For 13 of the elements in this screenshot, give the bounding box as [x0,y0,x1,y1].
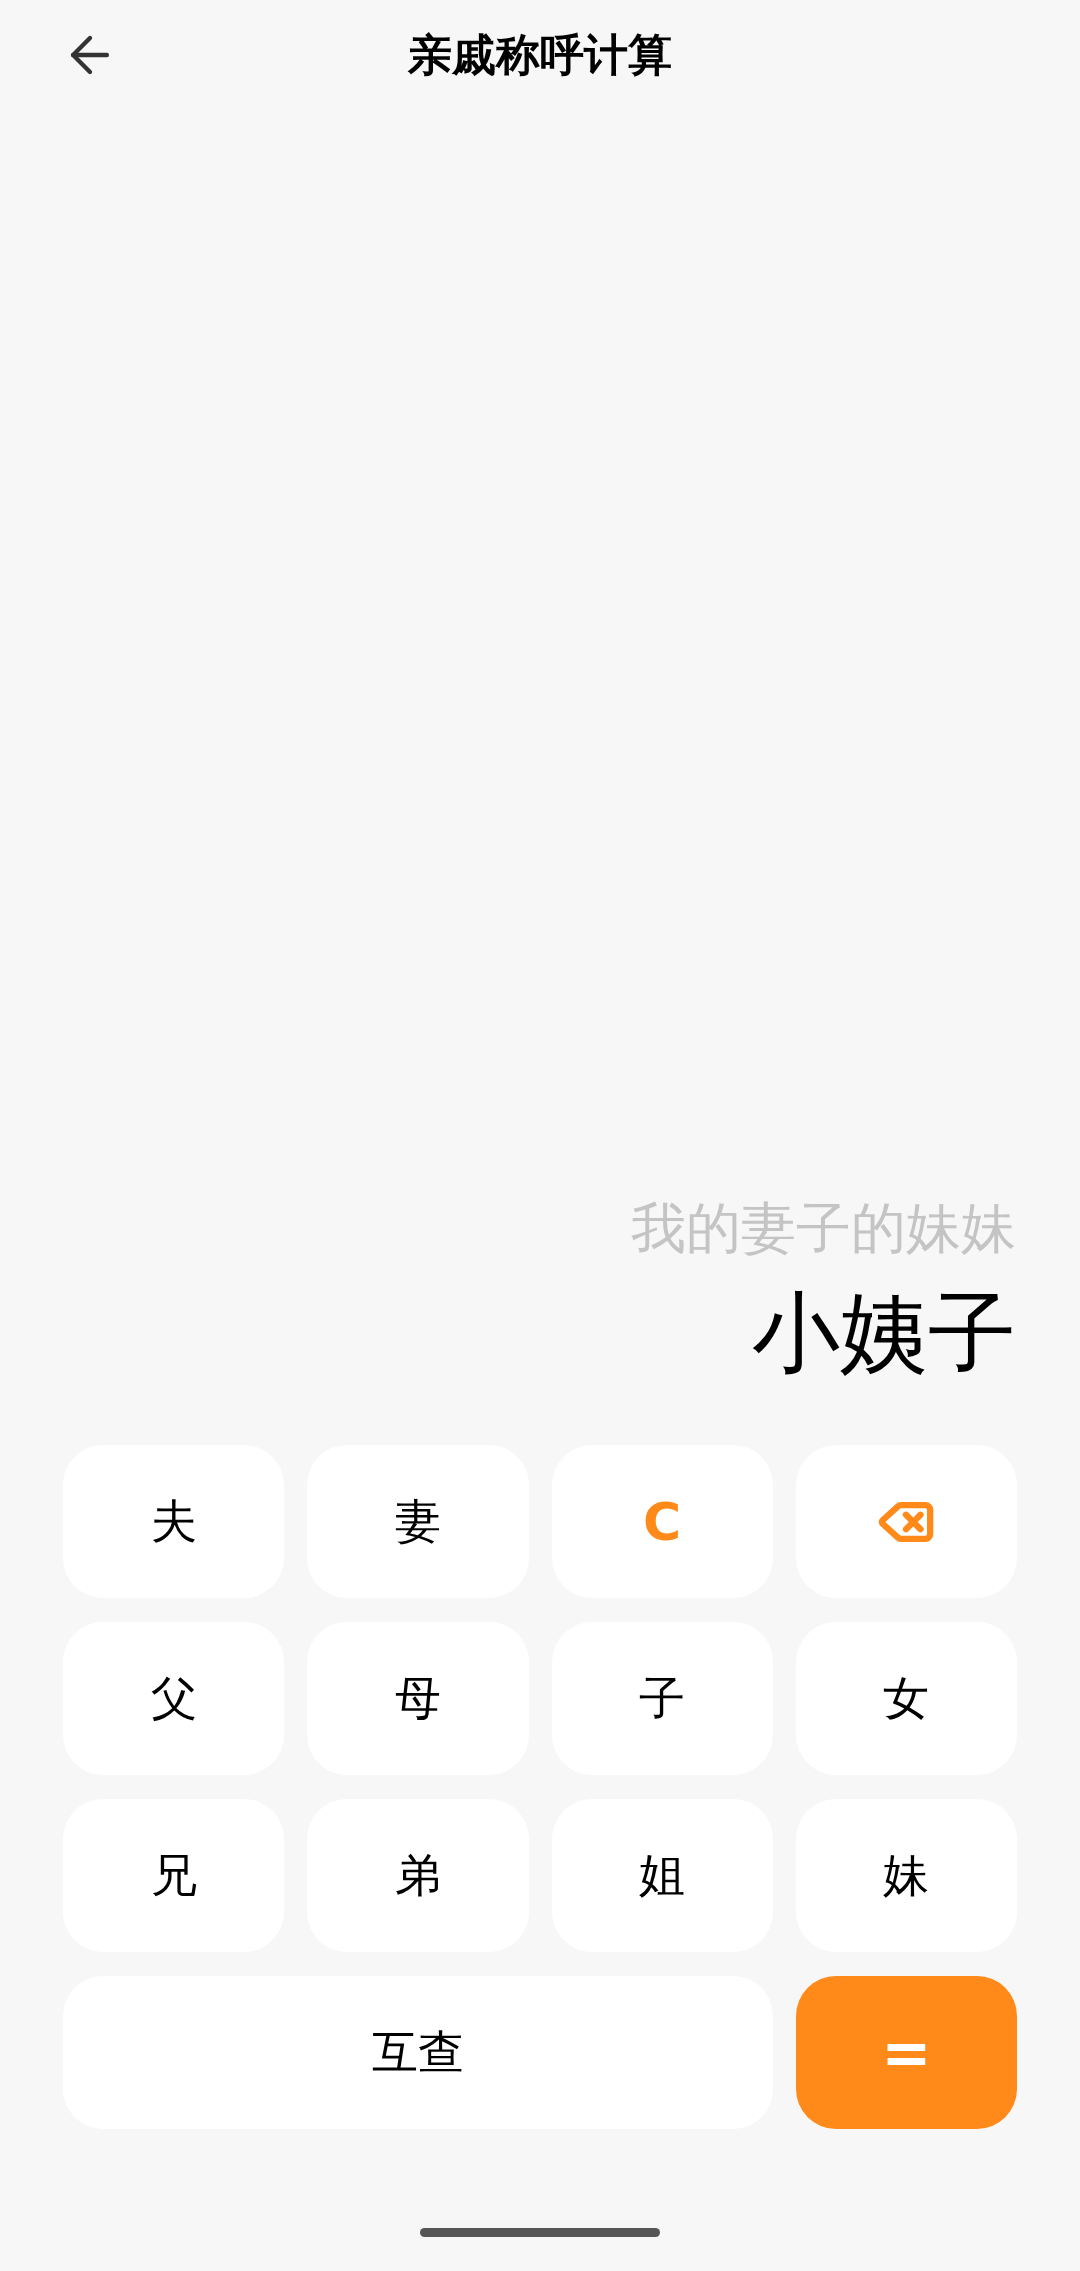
relation-key[interactable]: 兄 [63,1799,285,1952]
relation-key[interactable]: 姐 [551,1799,773,1952]
relation-key[interactable]: 夫 [63,1445,285,1598]
relation-key[interactable]: 子 [551,1622,773,1775]
relation-key[interactable]: 妹 [795,1799,1017,1952]
swap-lookup-key[interactable]: 互查 [63,1976,773,2129]
relation-key[interactable]: 父 [63,1622,285,1775]
relation-key[interactable]: 弟 [307,1799,529,1952]
relation-key[interactable]: 女 [795,1622,1017,1775]
page-title: 亲戚称呼计算 [408,28,672,82]
relation-key[interactable]: 妻 [307,1445,529,1598]
result-text: 小姨子 [752,1283,1016,1383]
relation-key[interactable]: 母 [307,1622,529,1775]
